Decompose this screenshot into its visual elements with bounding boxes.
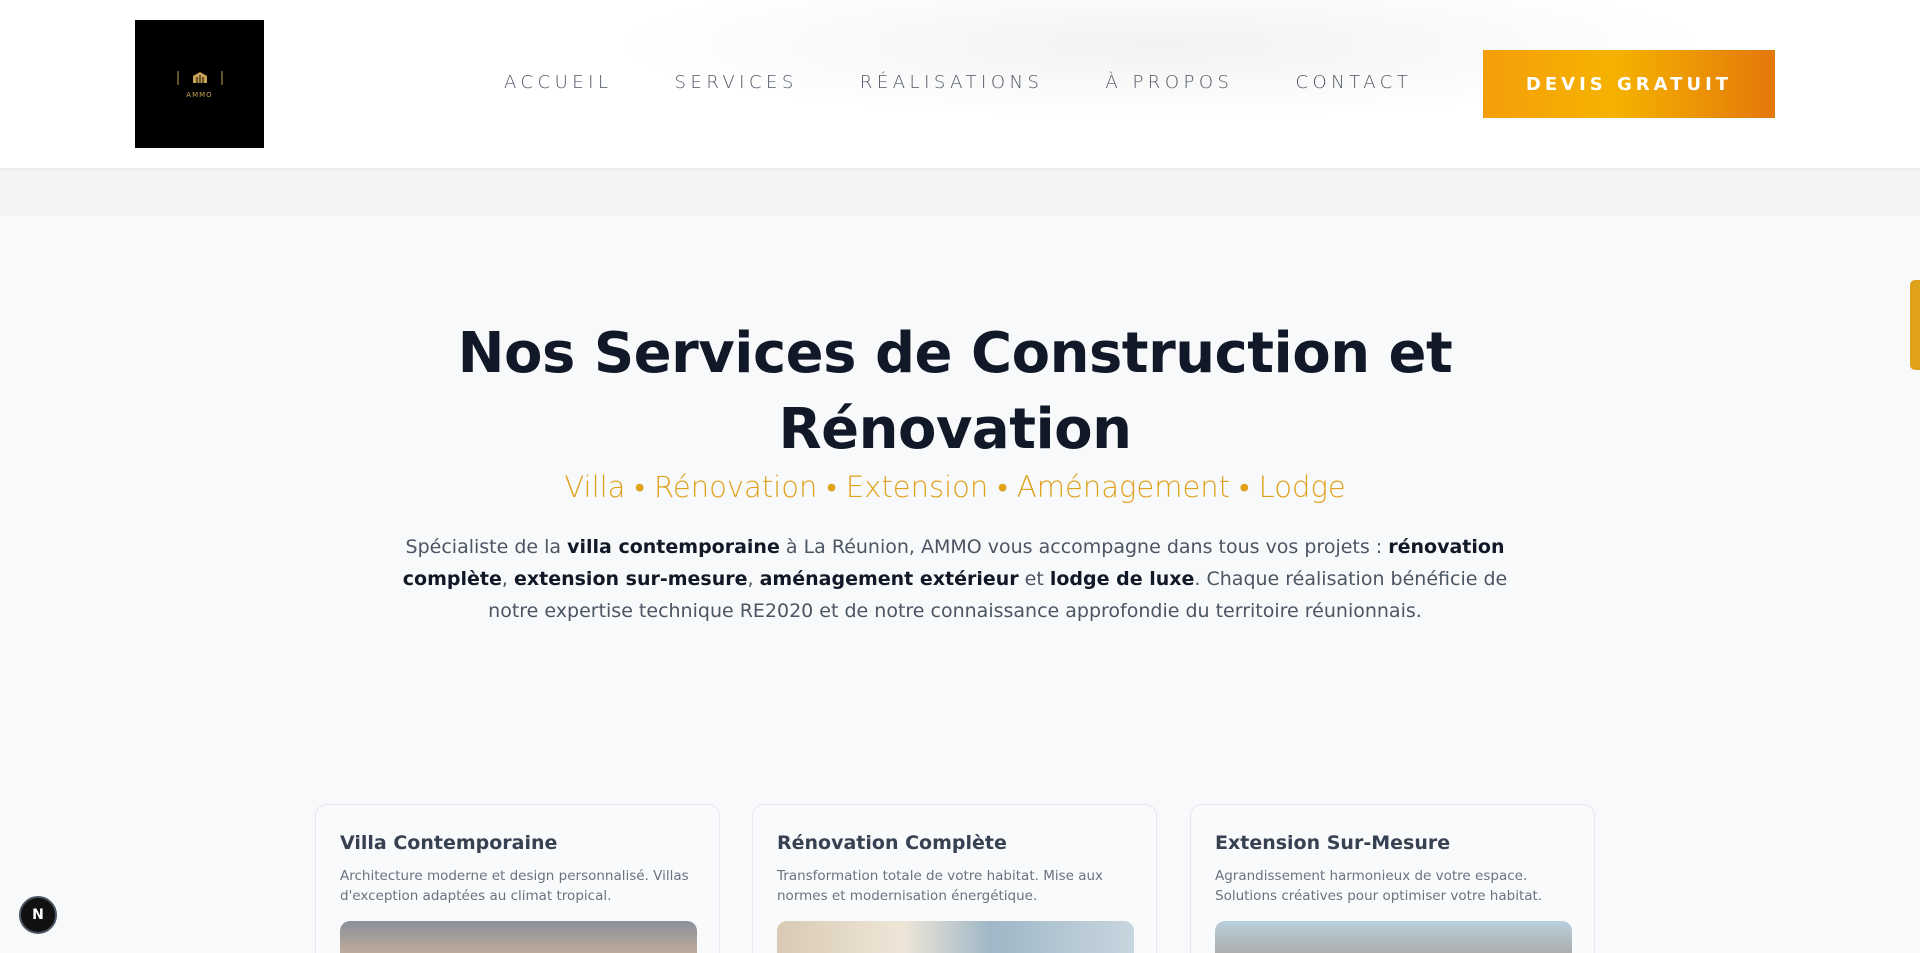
header-spacer-band [0, 168, 1920, 216]
site-header: AMMO ACCUEIL SERVICES RÉALISATIONS À PRO… [0, 0, 1920, 168]
devis-gratuit-button[interactable]: DEVIS GRATUIT [1483, 50, 1775, 118]
services-subtitle: Villa • Rénovation • Extension • Aménage… [564, 470, 1346, 504]
intro-paragraph: Spécialiste de la villa contemporaine à … [390, 531, 1520, 627]
intro-text: Spécialiste de la [405, 536, 568, 558]
intro-text: , [747, 568, 760, 590]
card-title: Extension Sur-Mesure [1215, 832, 1451, 854]
intro-keyword: lodge de luxe [1049, 568, 1195, 590]
card-description: Architecture moderne et design personnal… [340, 868, 689, 904]
nav-accueil[interactable]: ACCUEIL [504, 72, 613, 96]
nav-contact[interactable]: CONTACT [1295, 72, 1412, 96]
intro-keyword: villa contemporaine [567, 536, 780, 558]
card-description: Transformation totale de votre habitat. … [777, 868, 1104, 904]
service-card-villa[interactable]: Villa Contemporaine Architecture moderne… [315, 804, 720, 953]
intro-keyword: extension sur-mesure [513, 568, 748, 590]
page-title-line1: Nos Services de Construction et [457, 321, 1453, 386]
card-description: Agrandissement harmonieux de votre espac… [1215, 868, 1543, 904]
service-card-renovation[interactable]: Rénovation Complète Transformation total… [752, 804, 1157, 953]
card-image-extension [1215, 921, 1572, 953]
intro-keyword: aménagement extérieur [759, 568, 1019, 590]
logo[interactable]: AMMO [135, 20, 264, 148]
intro-text: , [501, 568, 514, 590]
nextjs-dev-badge[interactable]: N [19, 896, 57, 934]
logo-building-icon [177, 71, 222, 85]
card-image-renovation [777, 921, 1134, 953]
intro-text: à La Réunion, AMMO vous accompagne dans … [779, 536, 1389, 558]
card-title: Rénovation Complète [777, 832, 1007, 854]
intro-text: et [1018, 568, 1050, 590]
scrollbar-thumb[interactable] [1910, 280, 1920, 370]
main-nav: ACCUEIL SERVICES RÉALISATIONS À PROPOS C… [504, 72, 1412, 96]
card-image-villa [340, 921, 697, 953]
page-title-line2: Rénovation [778, 397, 1132, 462]
card-title: Villa Contemporaine [340, 832, 558, 854]
nav-a-propos[interactable]: À PROPOS [1105, 72, 1233, 96]
page-title: Nos Services de Construction et Rénovati… [400, 316, 1510, 468]
nav-services[interactable]: SERVICES [675, 72, 798, 96]
logo-text: AMMO [186, 91, 213, 99]
service-card-extension[interactable]: Extension Sur-Mesure Agrandissement harm… [1190, 804, 1595, 953]
nav-realisations[interactable]: RÉALISATIONS [860, 72, 1044, 96]
